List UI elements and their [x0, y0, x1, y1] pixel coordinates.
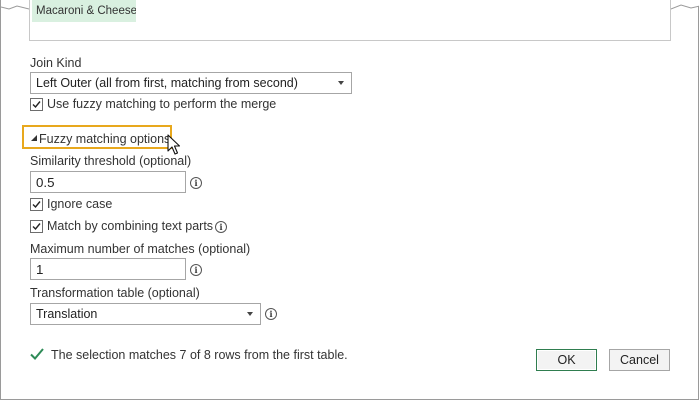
- similarity-threshold-input[interactable]: [30, 171, 186, 193]
- checkmark-icon: [30, 348, 44, 360]
- max-matches-input[interactable]: [30, 258, 186, 280]
- similarity-threshold-label: Similarity threshold (optional): [30, 154, 192, 168]
- ok-button[interactable]: OK: [536, 349, 597, 371]
- info-icon[interactable]: i: [190, 264, 202, 276]
- match-status-text: The selection matches 7 of 8 rows from t…: [51, 348, 348, 362]
- merge-dialog: Macaroni & Cheese Join Kind Left Outer (…: [0, 0, 699, 400]
- fuzzy-options-toggle[interactable]: Fuzzy matching options: [39, 132, 170, 146]
- fuzzy-matching-checkbox-label: Use fuzzy matching to perform the merge: [47, 97, 277, 111]
- join-kind-value: Left Outer (all from first, matching fro…: [36, 76, 298, 90]
- chevron-down-icon: [338, 81, 344, 85]
- transformation-table-value: Translation: [36, 307, 98, 321]
- mouse-pointer-icon: [167, 134, 181, 155]
- preview-cell[interactable]: Macaroni & Cheese: [32, 0, 136, 22]
- join-kind-dropdown[interactable]: Left Outer (all from first, matching fro…: [30, 72, 352, 94]
- preview-table: Macaroni & Cheese: [29, 0, 671, 41]
- max-matches-label: Maximum number of matches (optional): [30, 242, 251, 256]
- ignore-case-checkbox[interactable]: [30, 198, 43, 211]
- info-icon[interactable]: i: [215, 221, 227, 233]
- info-icon[interactable]: i: [265, 308, 277, 320]
- transformation-table-label: Transformation table (optional): [30, 286, 200, 300]
- combine-text-parts-label: Match by combining text parts: [47, 219, 214, 233]
- info-icon[interactable]: i: [190, 177, 202, 189]
- combine-text-parts-checkbox[interactable]: [30, 220, 43, 233]
- cancel-button[interactable]: Cancel: [609, 349, 670, 371]
- ignore-case-label: Ignore case: [47, 197, 113, 211]
- transformation-table-dropdown[interactable]: Translation: [30, 303, 261, 325]
- fuzzy-matching-checkbox[interactable]: [30, 98, 43, 111]
- collapse-triangle-icon[interactable]: [30, 134, 38, 142]
- chevron-down-icon: [247, 312, 253, 316]
- join-kind-label: Join Kind: [30, 56, 82, 70]
